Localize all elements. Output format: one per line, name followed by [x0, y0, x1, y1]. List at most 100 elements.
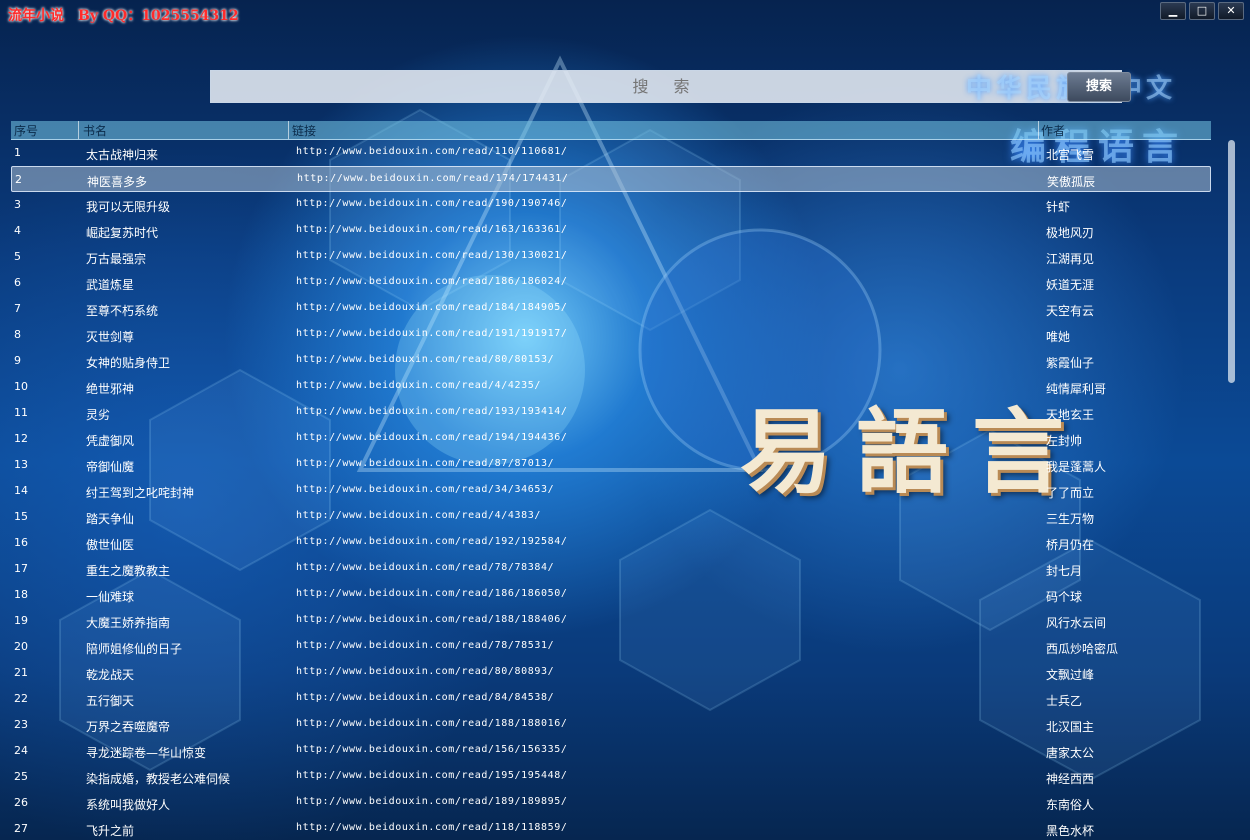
- book-link: http://www.beidouxin.com/read/118/118859…: [296, 822, 568, 833]
- minimize-button[interactable]: ▁: [1160, 2, 1186, 20]
- table-row[interactable]: 22 五行御天 http://www.beidouxin.com/read/84/8…: [11, 686, 1211, 712]
- table-row[interactable]: 27 飞升之前 http://www.beidouxin.com/read/118/…: [11, 816, 1211, 840]
- table-row[interactable]: 20 陪师姐修仙的日子 http://www.beidouxin.com/read/…: [11, 634, 1211, 660]
- close-button[interactable]: ✕: [1218, 2, 1244, 20]
- book-link: http://www.beidouxin.com/read/174/174431…: [297, 173, 569, 184]
- table-row[interactable]: 3 我可以无限升级 http://www.beidouxin.com/read/19…: [11, 192, 1211, 218]
- row-index: 17: [14, 562, 28, 575]
- row-index: 2: [15, 173, 22, 186]
- book-link: http://www.beidouxin.com/read/188/188406…: [296, 614, 568, 625]
- book-author: 码个球: [1046, 590, 1083, 604]
- row-index: 11: [14, 406, 28, 419]
- table-row[interactable]: 19 大魔王娇养指南 http://www.beidouxin.com/read/1…: [11, 608, 1211, 634]
- table-header: 序号 书名 链接 作者: [11, 121, 1211, 140]
- book-link: http://www.beidouxin.com/read/189/189895…: [296, 796, 568, 807]
- book-author: 左封帅: [1046, 434, 1083, 448]
- header-author[interactable]: 作者: [1041, 122, 1065, 139]
- book-link: http://www.beidouxin.com/read/186/186024…: [296, 276, 568, 287]
- book-link: http://www.beidouxin.com/read/34/34653/: [296, 484, 555, 495]
- row-index: 19: [14, 614, 28, 627]
- table-row[interactable]: 15 踏天争仙 http://www.beidouxin.com/read/4/43…: [11, 504, 1211, 530]
- table-row[interactable]: 17 重生之魔教教主 http://www.beidouxin.com/read/7…: [11, 556, 1211, 582]
- book-title: 寻龙迷踪卷—华山惊变: [86, 746, 207, 760]
- table-row[interactable]: 11 灵劣 http://www.beidouxin.com/read/193/19…: [11, 400, 1211, 426]
- table-row[interactable]: 25 染指成婚，教授老公难伺候 http://www.beidouxin.com/r…: [11, 764, 1211, 790]
- search-button[interactable]: 搜索: [1067, 72, 1131, 102]
- table-row[interactable]: 12 凭虚御风 http://www.beidouxin.com/read/194/…: [11, 426, 1211, 452]
- row-index: 22: [14, 692, 28, 705]
- book-title: 灭世剑尊: [86, 330, 135, 344]
- book-title: 重生之魔教教主: [86, 564, 171, 578]
- header-index[interactable]: 序号: [14, 122, 38, 139]
- book-title: 五行御天: [86, 694, 135, 708]
- book-title: 崛起复苏时代: [86, 226, 159, 240]
- column-divider[interactable]: [288, 121, 289, 139]
- title-bar: 流年小说 By QQ：1025554312 ▁ □ ✕: [0, 0, 1250, 28]
- book-link: http://www.beidouxin.com/read/80/80153/: [296, 354, 555, 365]
- table-row[interactable]: 8 灭世剑尊 http://www.beidouxin.com/read/191/1…: [11, 322, 1211, 348]
- book-title: 乾龙战天: [86, 668, 135, 682]
- table-row[interactable]: 14 纣王驾到之叱咤封神 http://www.beidouxin.com/read…: [11, 478, 1211, 504]
- row-index: 14: [14, 484, 28, 497]
- row-index: 13: [14, 458, 28, 471]
- book-title: 系统叫我做好人: [86, 798, 171, 812]
- scroll-thumb[interactable]: [1228, 140, 1235, 383]
- row-index: 3: [14, 198, 21, 211]
- book-author: 紫霞仙子: [1046, 356, 1095, 370]
- header-link[interactable]: 链接: [292, 122, 316, 139]
- table-row[interactable]: 6 武道炼星 http://www.beidouxin.com/read/186/1…: [11, 270, 1211, 296]
- book-link: http://www.beidouxin.com/read/184/184905…: [296, 302, 568, 313]
- book-title: 神医喜多多: [87, 175, 148, 189]
- column-divider[interactable]: [1038, 121, 1039, 139]
- table-row[interactable]: 4 崛起复苏时代 http://www.beidouxin.com/read/163…: [11, 218, 1211, 244]
- table-row[interactable]: 2 神医喜多多 http://www.beidouxin.com/read/174/…: [11, 166, 1211, 192]
- book-title: 陪师姐修仙的日子: [86, 642, 183, 656]
- header-title[interactable]: 书名: [83, 122, 107, 139]
- table-row[interactable]: 16 傲世仙医 http://www.beidouxin.com/read/192/…: [11, 530, 1211, 556]
- book-title: 大魔王娇养指南: [86, 616, 171, 630]
- book-author: 北汉国主: [1046, 720, 1095, 734]
- book-author: 唯她: [1046, 330, 1071, 344]
- book-link: http://www.beidouxin.com/read/163/163361…: [296, 224, 568, 235]
- book-author: 天地玄王: [1046, 408, 1095, 422]
- book-link: http://www.beidouxin.com/read/130/130021…: [296, 250, 568, 261]
- book-author: 唐家太公: [1046, 746, 1095, 760]
- book-link: http://www.beidouxin.com/read/84/84538/: [296, 692, 555, 703]
- book-link: http://www.beidouxin.com/read/188/188016…: [296, 718, 568, 729]
- table-row[interactable]: 21 乾龙战天 http://www.beidouxin.com/read/80/8…: [11, 660, 1211, 686]
- book-title: 傲世仙医: [86, 538, 135, 552]
- book-author: 天空有云: [1046, 304, 1095, 318]
- book-author: 黑色水杯: [1046, 824, 1095, 838]
- table-row[interactable]: 9 女神的贴身侍卫 http://www.beidouxin.com/read/80…: [11, 348, 1211, 374]
- table-row[interactable]: 7 至尊不朽系统 http://www.beidouxin.com/read/184…: [11, 296, 1211, 322]
- book-title: 染指成婚，教授老公难伺候: [86, 772, 231, 786]
- row-index: 4: [14, 224, 21, 237]
- table-row[interactable]: 13 帝御仙魔 http://www.beidouxin.com/read/87/8…: [11, 452, 1211, 478]
- book-link: http://www.beidouxin.com/read/191/191917…: [296, 328, 568, 339]
- row-index: 15: [14, 510, 28, 523]
- book-link: http://www.beidouxin.com/read/186/186050…: [296, 588, 568, 599]
- book-author: 三生万物: [1046, 512, 1095, 526]
- table-row[interactable]: 24 寻龙迷踪卷—华山惊变 http://www.beidouxin.com/rea…: [11, 738, 1211, 764]
- row-index: 18: [14, 588, 28, 601]
- book-author: 西瓜炒哈密瓜: [1046, 642, 1119, 656]
- row-index: 24: [14, 744, 28, 757]
- table-row[interactable]: 1 太古战神归来 http://www.beidouxin.com/read/110…: [11, 140, 1211, 166]
- book-title: 纣王驾到之叱咤封神: [86, 486, 195, 500]
- table-body: 1 太古战神归来 http://www.beidouxin.com/read/110…: [11, 140, 1211, 840]
- book-author: 江湖再见: [1046, 252, 1095, 266]
- table-row[interactable]: 10 绝世邪神 http://www.beidouxin.com/read/4/42…: [11, 374, 1211, 400]
- table-row[interactable]: 5 万古最强宗 http://www.beidouxin.com/read/130/…: [11, 244, 1211, 270]
- table-row[interactable]: 18 一仙难球 http://www.beidouxin.com/read/186/…: [11, 582, 1211, 608]
- vertical-scrollbar[interactable]: [1226, 140, 1238, 814]
- book-link: http://www.beidouxin.com/read/4/4235/: [296, 380, 541, 391]
- book-title: 灵劣: [86, 408, 111, 422]
- book-title: 女神的贴身侍卫: [86, 356, 171, 370]
- table-row[interactable]: 23 万界之吞噬魔帝 http://www.beidouxin.com/read/1…: [11, 712, 1211, 738]
- book-author: 极地风刃: [1046, 226, 1095, 240]
- row-index: 1: [14, 146, 21, 159]
- maximize-button[interactable]: □: [1189, 2, 1215, 20]
- table-row[interactable]: 26 系统叫我做好人 http://www.beidouxin.com/read/1…: [11, 790, 1211, 816]
- book-author: 了了而立: [1046, 486, 1095, 500]
- column-divider[interactable]: [78, 121, 79, 139]
